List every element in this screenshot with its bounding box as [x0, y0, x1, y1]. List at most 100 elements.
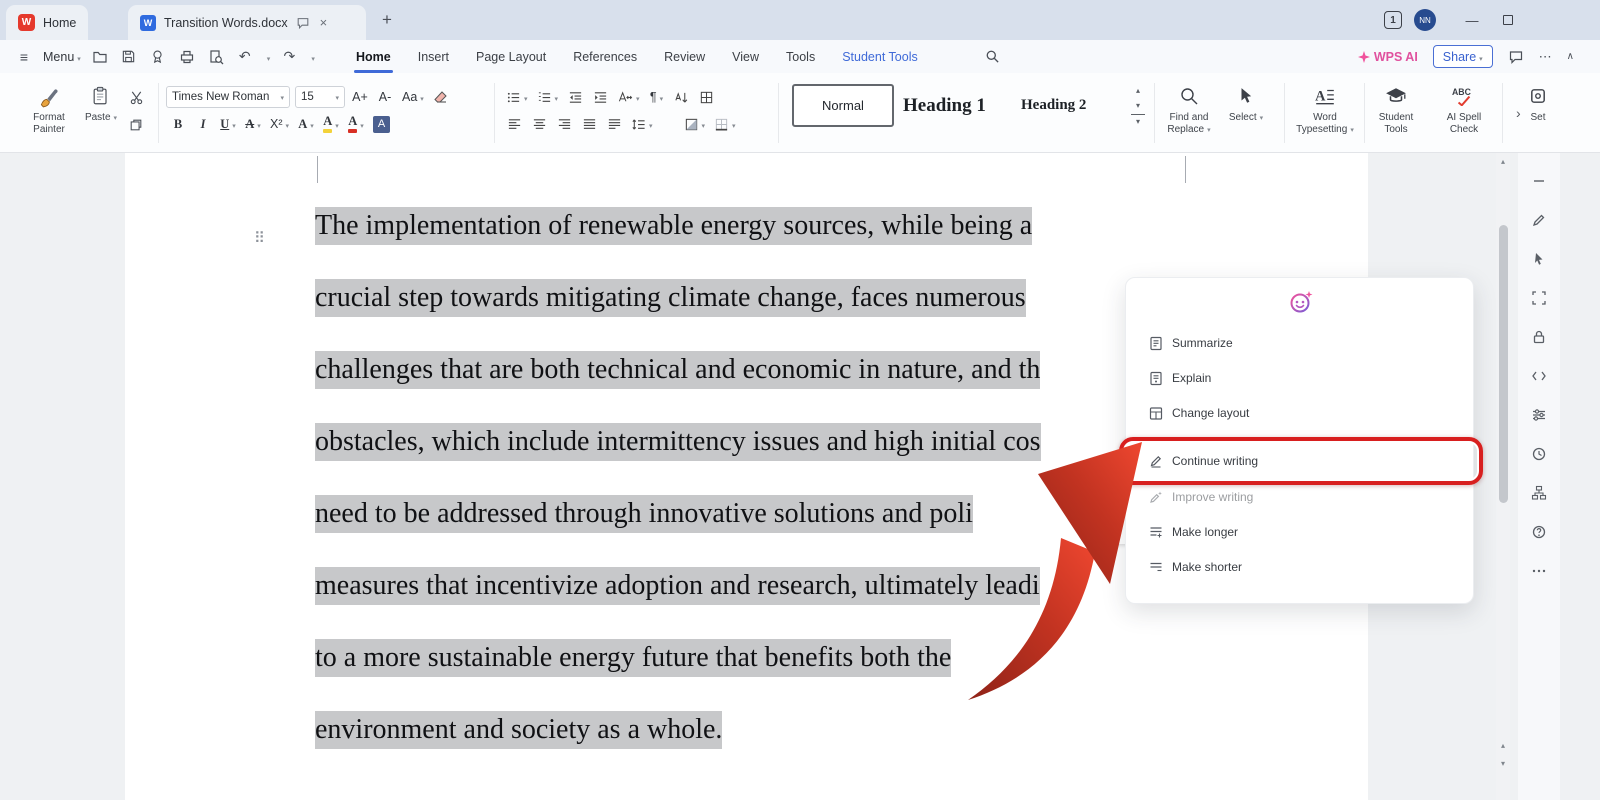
student-tools-button[interactable]: Student Tools: [1370, 79, 1422, 147]
previous-page-button[interactable]: ▴: [1496, 741, 1510, 750]
undo-button[interactable]: ↶: [235, 47, 255, 67]
search-icon[interactable]: [985, 49, 1000, 64]
collapse-ribbon-icon[interactable]: ∧: [1567, 51, 1574, 62]
italic-button[interactable]: I: [193, 113, 213, 135]
distribute-button[interactable]: [604, 113, 624, 135]
history-icon[interactable]: [1525, 440, 1553, 468]
style-gallery-up-icon[interactable]: ▴: [1131, 84, 1145, 97]
print-icon[interactable]: [177, 47, 197, 67]
text-effects-button[interactable]: A: [296, 113, 316, 135]
style-gallery-more-icon[interactable]: ▾: [1131, 114, 1145, 127]
character-shading-button[interactable]: A: [371, 113, 392, 135]
copy-icon[interactable]: [126, 114, 146, 136]
font-name-select[interactable]: Times New Roman: [166, 86, 290, 108]
next-page-button[interactable]: ▾: [1496, 759, 1510, 768]
annotate-pen-icon[interactable]: [1525, 206, 1553, 234]
font-color-button[interactable]: A: [346, 113, 366, 135]
change-case-button[interactable]: Aa: [400, 86, 426, 108]
tab-review[interactable]: Review: [664, 40, 705, 73]
align-center-button[interactable]: [529, 113, 549, 135]
hide-toolbar-icon[interactable]: [1525, 167, 1553, 195]
word-typesetting-button[interactable]: A Word Typesetting: [1292, 79, 1358, 147]
settings-sliders-icon[interactable]: [1525, 401, 1553, 429]
selected-text[interactable]: crucial step towards mitigating climate …: [315, 279, 1026, 317]
home-tab[interactable]: W Home: [6, 5, 88, 40]
shading-button[interactable]: [682, 113, 708, 135]
ai-menu-item-explain[interactable]: Explain: [1140, 363, 1446, 393]
tab-chat-icon[interactable]: [296, 16, 310, 30]
decrease-indent-button[interactable]: [565, 86, 585, 108]
new-tab-button[interactable]: +: [376, 9, 398, 31]
print-preview-icon[interactable]: [206, 47, 226, 67]
paste-button[interactable]: Paste: [80, 79, 122, 147]
comment-icon[interactable]: [1508, 49, 1524, 65]
redo-button[interactable]: ↷: [279, 47, 299, 67]
tab-view[interactable]: View: [732, 40, 759, 73]
character-scaling-button[interactable]: [615, 86, 642, 108]
redo-dropdown-caret[interactable]: [308, 48, 315, 66]
shrink-font-button[interactable]: A-: [375, 86, 395, 108]
select-button[interactable]: Select: [1222, 79, 1270, 147]
document-tab[interactable]: W Transition Words.docx ×: [128, 5, 366, 40]
restore-button[interactable]: [1492, 8, 1524, 32]
share-button[interactable]: Share: [1433, 45, 1493, 68]
selected-text[interactable]: to a more sustainable energy future that…: [315, 639, 951, 677]
bullet-list-button[interactable]: [504, 86, 530, 108]
justify-button[interactable]: [579, 113, 599, 135]
style-gallery-down-icon[interactable]: ▾: [1131, 99, 1145, 112]
more-options-icon[interactable]: ⋯: [1539, 49, 1552, 65]
vertical-scrollbar[interactable]: ▴ ▴ ▾: [1496, 153, 1510, 800]
line-spacing-button[interactable]: [629, 113, 655, 135]
ribbon-expand-chevron[interactable]: ›: [1516, 105, 1521, 121]
cut-icon[interactable]: [126, 86, 146, 108]
open-folder-icon[interactable]: [90, 47, 110, 67]
window-count-badge[interactable]: 1: [1384, 11, 1402, 29]
export-pdf-icon[interactable]: [148, 47, 168, 67]
selected-text[interactable]: environment and society as a whole.: [315, 711, 722, 749]
ai-menu-item-make-shorter[interactable]: Make shorter: [1140, 552, 1446, 582]
style-heading-1[interactable]: Heading 1: [903, 84, 1013, 127]
increase-indent-button[interactable]: [590, 86, 610, 108]
selected-text[interactable]: obstacles, which include intermittency i…: [315, 423, 1041, 461]
lock-icon[interactable]: [1525, 323, 1553, 351]
undo-dropdown-caret[interactable]: [264, 48, 271, 66]
paragraph-mark-button[interactable]: ¶: [647, 86, 667, 108]
help-icon[interactable]: [1525, 518, 1553, 546]
find-replace-button[interactable]: Find and Replace: [1160, 79, 1218, 147]
hamburger-menu-icon[interactable]: ≡: [14, 47, 34, 67]
grow-font-button[interactable]: A+: [350, 86, 370, 108]
style-normal[interactable]: Normal: [792, 84, 894, 127]
selected-text[interactable]: need to be addressed through innovative …: [315, 495, 973, 533]
strikethrough-button[interactable]: A: [243, 113, 263, 135]
scroll-up-button[interactable]: ▴: [1496, 157, 1510, 166]
text-direction-button[interactable]: [697, 86, 717, 108]
ai-spell-check-button[interactable]: ABC AI Spell Check: [1432, 79, 1496, 147]
superscript-button[interactable]: X²: [268, 113, 291, 135]
more-tools-icon[interactable]: [1525, 557, 1553, 585]
font-size-select[interactable]: 15: [295, 86, 345, 108]
ai-menu-item-change-layout[interactable]: Change layout: [1140, 398, 1446, 428]
bold-button[interactable]: B: [168, 113, 188, 135]
selected-text[interactable]: measures that incentivize adoption and r…: [315, 567, 1040, 605]
numbered-list-button[interactable]: [535, 86, 561, 108]
screenshot-icon[interactable]: [1525, 284, 1553, 312]
borders-button[interactable]: [712, 113, 738, 135]
tab-student-tools[interactable]: Student Tools: [842, 40, 918, 73]
ai-menu-item-improve-writing[interactable]: Improve writing: [1140, 482, 1446, 512]
style-heading-2[interactable]: Heading 2: [1021, 84, 1123, 127]
save-icon[interactable]: [119, 47, 139, 67]
selected-text[interactable]: challenges that are both technical and e…: [315, 351, 1040, 389]
code-view-icon[interactable]: [1525, 362, 1553, 390]
align-left-button[interactable]: [504, 113, 524, 135]
selected-text[interactable]: The implementation of renewable energy s…: [315, 207, 1032, 245]
minimize-button[interactable]: —: [1456, 8, 1488, 32]
tab-page-layout[interactable]: Page Layout: [476, 40, 546, 73]
highlight-color-button[interactable]: A: [321, 113, 341, 135]
clear-formatting-icon[interactable]: [431, 86, 451, 108]
underline-button[interactable]: U: [218, 113, 238, 135]
paragraph-drag-handle[interactable]: ⠿: [254, 229, 265, 247]
avatar[interactable]: NN: [1414, 9, 1436, 31]
sort-button[interactable]: [672, 86, 692, 108]
tab-references[interactable]: References: [573, 40, 637, 73]
tab-tools[interactable]: Tools: [786, 40, 815, 73]
